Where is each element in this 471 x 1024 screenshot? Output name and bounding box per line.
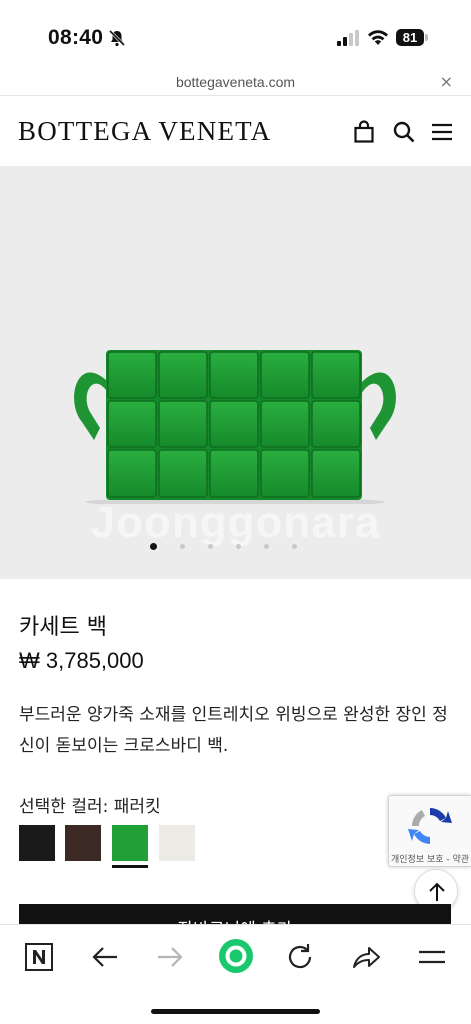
product-name: 카세트 백 [19,615,107,640]
battery-level: 81 [396,29,424,46]
menu-icon[interactable] [430,120,454,144]
recaptcha-badge[interactable]: 개인정보 보호 - 약관 [388,795,471,867]
arrow-up-icon [429,882,445,901]
recaptcha-label[interactable]: 개인정보 보호 - 약관 [391,852,469,865]
brand-logo[interactable]: BOTTEGA VENETA [18,116,271,147]
naver-n-icon[interactable] [23,941,55,973]
swatch-parakeet[interactable] [112,825,148,868]
swatch-white[interactable] [159,825,195,861]
search-icon[interactable] [392,120,416,144]
carousel-dot[interactable] [180,544,185,549]
close-icon[interactable]: × [440,72,453,91]
product-price: ₩ 3,785,000 [19,648,144,673]
green-dot-icon[interactable] [218,938,254,974]
product-description: 부드러운 양가죽 소재를 인트레치오 위빙으로 완성한 장인 정신이 돋보이는 … [19,705,448,756]
carousel-dot[interactable] [150,543,157,550]
swatch-black[interactable] [19,825,55,861]
product-image-carousel[interactable]: Joonggonara [0,166,471,579]
browser-toolbar [0,924,471,1024]
shopping-bag-icon[interactable] [352,120,376,144]
battery-indicator: 81 [396,29,428,46]
home-indicator[interactable] [151,1009,320,1014]
forward-icon[interactable] [154,941,186,973]
site-header: BOTTEGA VENETA [0,96,471,166]
carousel-dot[interactable] [264,544,269,549]
product-image [74,350,396,504]
cellular-signal-icon [337,30,359,46]
status-time: 08:40 [48,26,104,49]
url-text[interactable]: bottegaveneta.com [0,74,471,90]
recaptcha-icon [408,808,452,844]
wifi-icon [368,30,388,45]
watermark-text: Joonggonara [90,498,381,547]
menu-icon[interactable] [416,941,448,973]
browser-url-bar[interactable]: bottegaveneta.com × [0,70,471,96]
carousel-dot[interactable] [236,544,241,549]
carousel-dot[interactable] [208,544,213,549]
status-bar: 08:40 81 [0,0,471,70]
carousel-dot[interactable] [292,544,297,549]
share-icon[interactable] [350,941,382,973]
selected-color-label: 선택한 컬러: 패러킷 [19,797,161,817]
reload-icon[interactable] [284,941,316,973]
bell-muted-icon [108,29,126,47]
swatch-brown[interactable] [65,825,101,861]
back-icon[interactable] [89,941,121,973]
